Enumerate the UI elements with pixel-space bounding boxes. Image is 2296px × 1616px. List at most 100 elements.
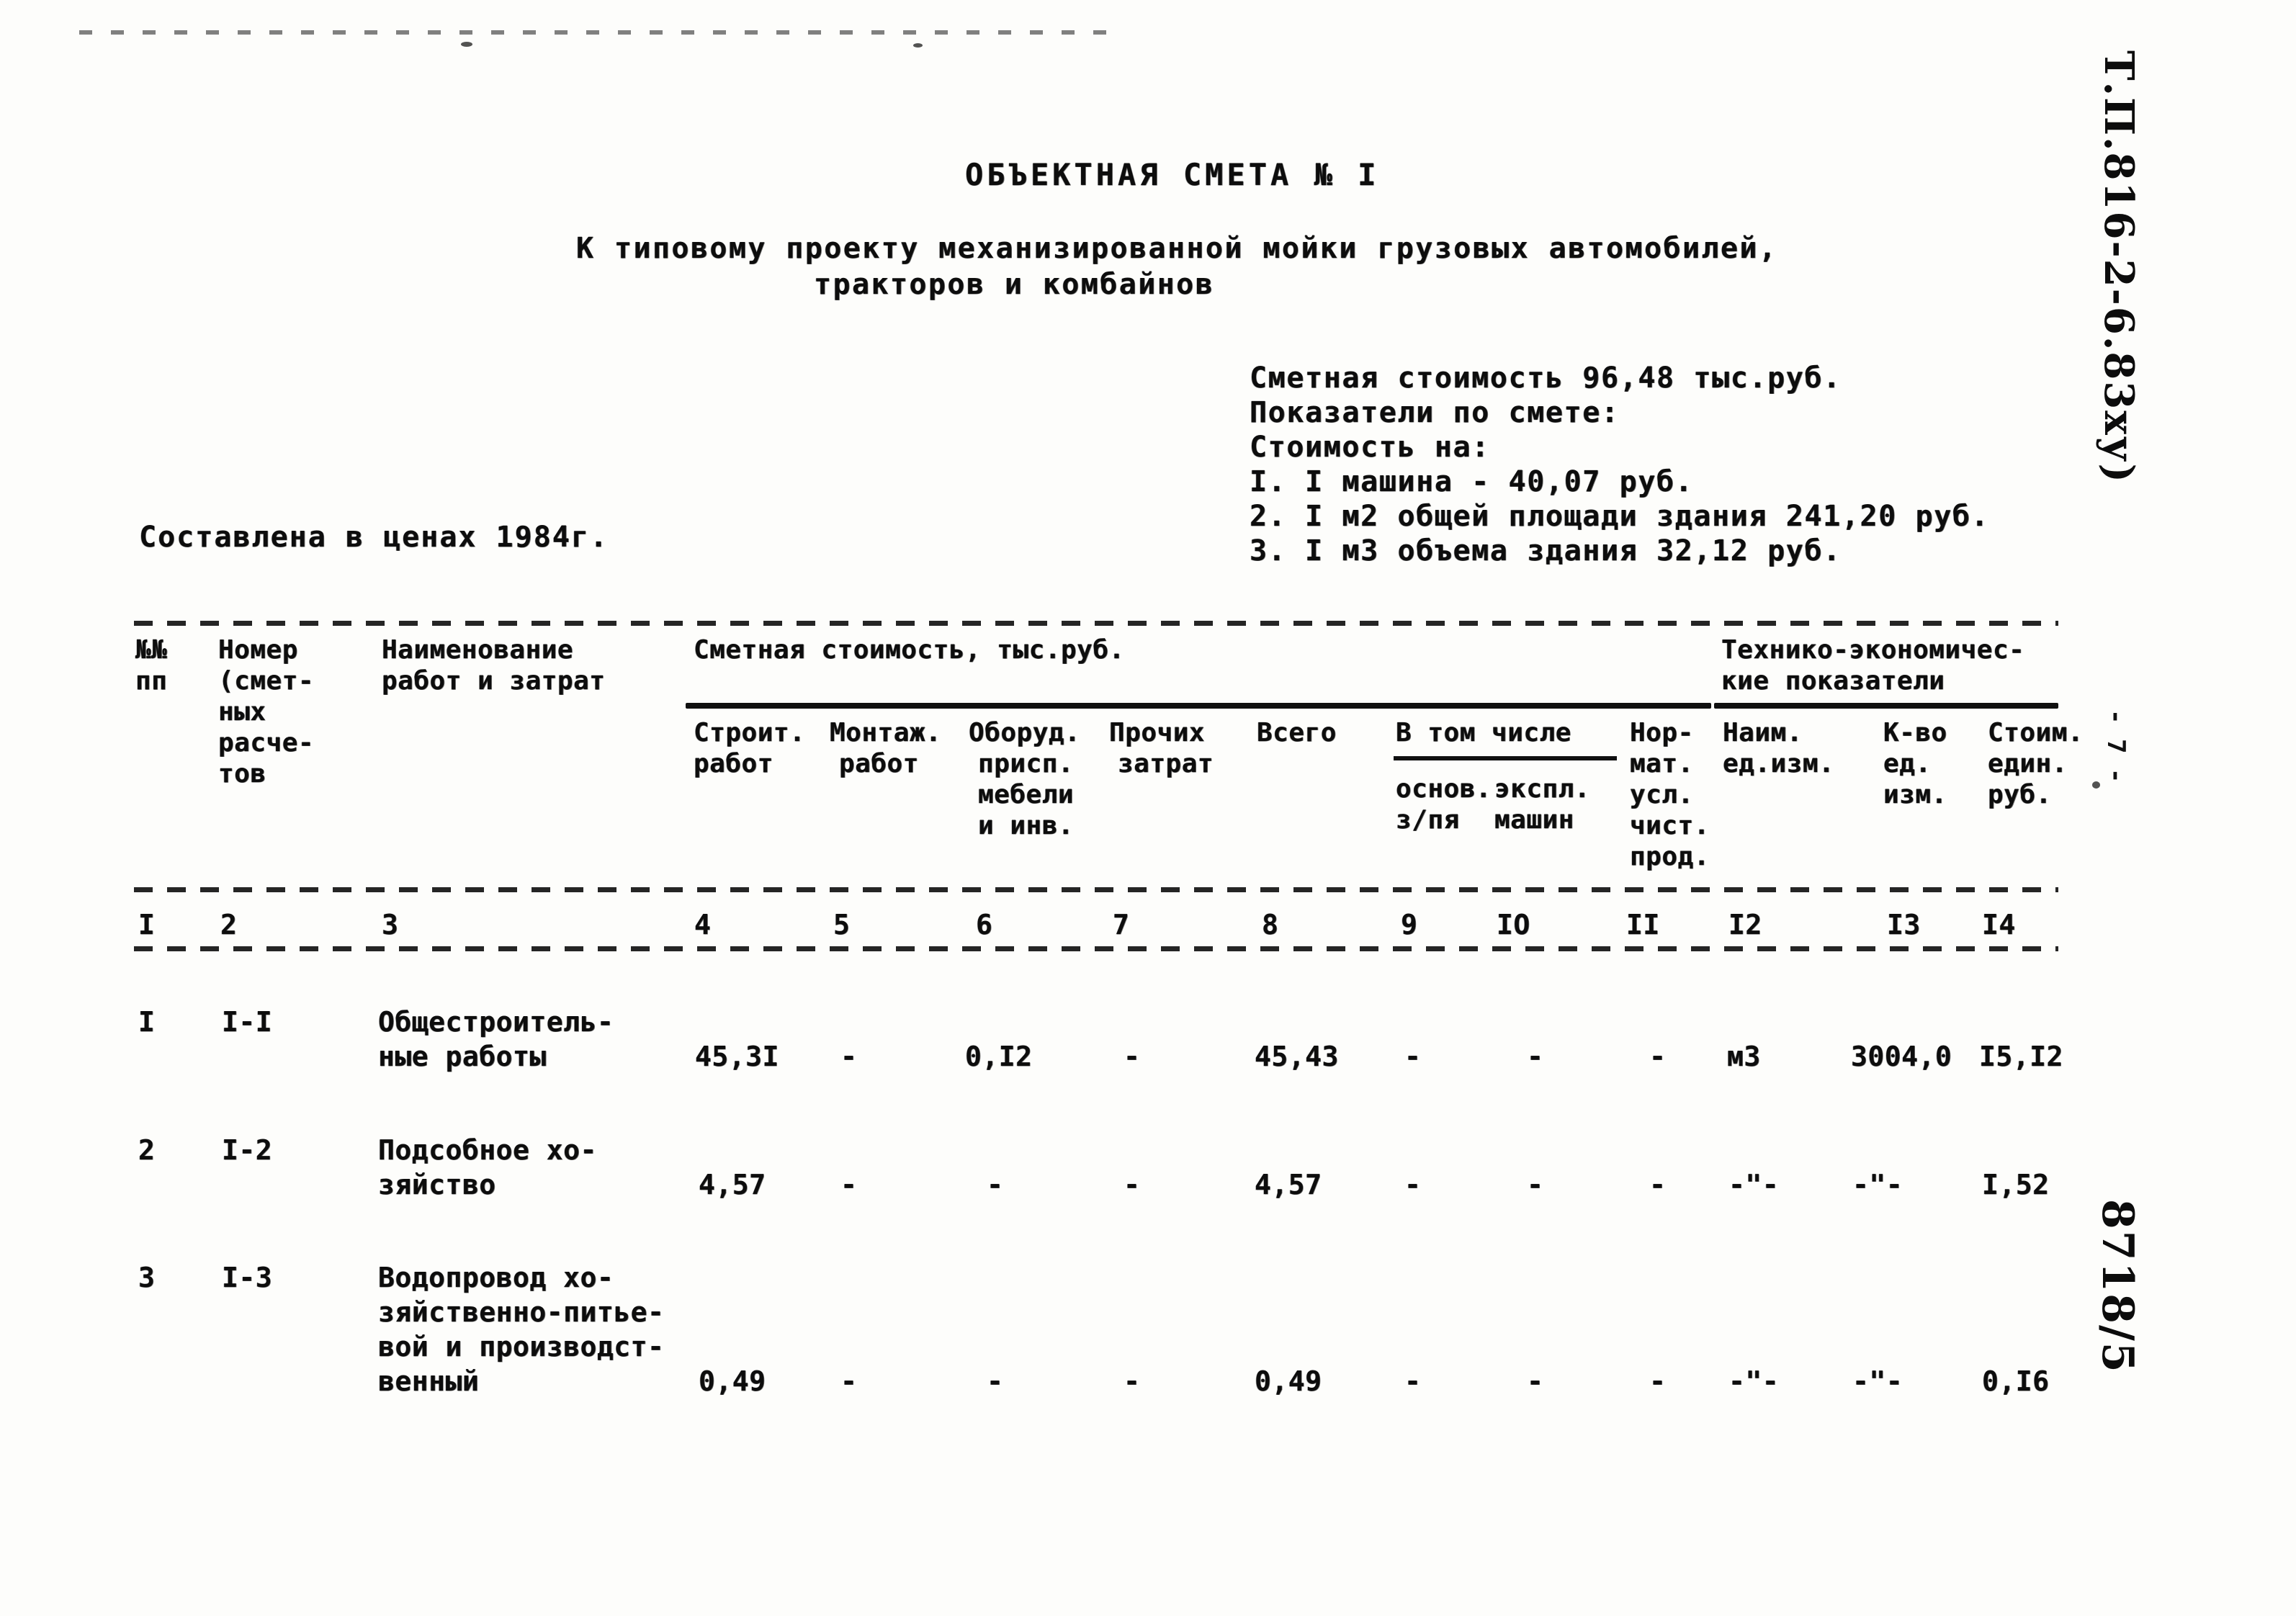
header-col8-line1: Всего [1257,718,1337,748]
header-col4-line2: работ [694,749,773,778]
row3-name-line3: вой и производст- [378,1331,665,1363]
table-numbers-bottom-rule [134,946,2058,951]
column-number-11: II [1626,909,1660,941]
row3-name-line1: Водопровод хо- [378,1262,614,1293]
column-number-1: I [138,909,156,941]
row3-construction: 0,49 [699,1365,766,1397]
header-col14-line1: Стоим. [1988,718,2084,748]
header-col4-line1: Строит. [694,718,806,748]
column-number-5: 5 [833,909,851,941]
row2-installation: - [840,1169,858,1200]
document-title: ОБЪЕКТНАЯ СМЕТА № I [965,157,1380,192]
margin-project-code: Т.П.816-2-6.83ху) [2095,50,2143,485]
column-number-6: 6 [976,909,993,941]
row2-name-line1: Подсобное хо- [378,1134,597,1166]
column-number-14: I4 [1982,909,2016,941]
header-col12-line1: Наим. [1723,718,1803,748]
row2-machines: - [1527,1169,1544,1200]
header-col2-line4: расче- [218,728,315,758]
header-col2-line1: Номер [218,635,298,665]
header-col7-line2: затрат [1118,749,1214,778]
row1-equipment: 0,I2 [965,1041,1033,1072]
column-number-8: 8 [1262,909,1279,941]
header-group-tech-econ-line1: Технико-экономичес- [1721,635,2025,665]
row3-machines: - [1527,1365,1544,1397]
header-col11-line1: Нор- [1630,718,1694,748]
summary-cost-per-label: Стоимость на: [1250,431,1490,464]
summary-indicator-3: 3. I м3 объема здания 32,12 руб. [1250,534,1842,567]
row3-estimate-no: I-3 [222,1262,273,1293]
row1-machines: - [1527,1041,1544,1072]
column-number-13: I3 [1887,909,1921,941]
header-col7-line1: Прочих [1109,718,1206,748]
header-col3-line2: работ и затрат [382,666,606,696]
header-col11-line4: чист. [1630,811,1710,840]
header-col2-line3: ных [218,697,266,727]
row1-base-wage: - [1404,1041,1422,1072]
table-group-header-rule-tech [1714,703,2058,709]
table-group-header-rule-cost [686,703,1711,709]
row3-name-line4: венный [378,1365,480,1397]
row3-installation: - [840,1365,858,1397]
row2-total: 4,57 [1255,1169,1322,1200]
row1-other: - [1124,1041,1141,1072]
row1-unit-cost: I5,I2 [1979,1041,2063,1072]
header-col11-line5: прод. [1630,842,1710,871]
row2-equipment: - [987,1169,1004,1200]
row3-unit-cost: 0,I6 [1982,1365,2050,1397]
header-col9-line1: основ. [1396,774,1492,804]
header-col1-line1: №№ [135,635,168,665]
header-col14-line3: руб. [1988,780,2052,809]
row1-name-line2: ные работы [378,1041,547,1072]
row3-unit-name: -"- [1728,1365,1780,1397]
row2-unit-cost: I,52 [1982,1169,2050,1200]
row2-norm-product: - [1649,1169,1667,1200]
row3-base-wage: - [1404,1365,1422,1397]
header-group-estimate-cost: Сметная стоимость, тыс.руб. [694,635,1125,665]
row2-unit-name: -"- [1728,1169,1780,1200]
header-col2-line2: (смет- [218,666,315,696]
column-number-12: I2 [1728,909,1762,941]
header-col3-line1: Наименование [382,635,574,665]
header-col1-line2: пп [135,666,168,696]
table-header-bottom-rule [134,887,2058,892]
header-col6-line2: присп. [978,749,1075,778]
column-number-2: 2 [220,909,238,941]
row3-total: 0,49 [1255,1365,1322,1397]
summary-indicator-1: I. I машина - 40,07 руб. [1250,465,1694,498]
column-number-4: 4 [694,909,712,941]
column-number-3: 3 [382,909,399,941]
row2-no: 2 [138,1134,156,1166]
price-basis-note: Составлена в ценах 1984г. [139,521,609,554]
header-col5-line2: работ [839,749,919,778]
row3-no: 3 [138,1262,156,1293]
header-col9-group: В том числе [1396,718,1571,748]
row2-other: - [1124,1169,1141,1200]
scan-artifact-top [79,30,1109,35]
summary-total-cost: Сметная стоимость 96,48 тыс.руб. [1250,362,1842,395]
summary-indicators-label: Показатели по смете: [1250,396,1620,429]
row1-unit-name: м3 [1727,1041,1761,1072]
document-subtitle-line1: К типовому проекту механизированной мойк… [576,232,1778,265]
header-col13-line1: К-во [1883,718,1947,748]
header-col11-line2: мат. [1630,749,1694,778]
column-number-10: IO [1497,909,1530,941]
scan-noise [461,42,472,47]
margin-archive-code: 8718/5 [2092,1199,2143,1374]
header-col6-line3: мебели [978,780,1075,809]
row2-name-line2: зяйство [378,1169,496,1200]
row2-unit-qty: -"- [1852,1169,1903,1200]
row1-construction: 45,3I [695,1041,779,1072]
header-col2-line5: тов [218,759,266,789]
header-group-tech-econ-line2: кие показатели [1721,666,1945,696]
column-number-7: 7 [1113,909,1130,941]
header-col13-line2: ед. [1883,749,1932,778]
column-number-9: 9 [1401,909,1418,941]
scan-noise [913,43,923,48]
header-col5-line1: Монтаж. [830,718,942,748]
table-top-rule [134,621,2058,626]
row2-base-wage: - [1404,1169,1422,1200]
row2-estimate-no: I-2 [222,1134,273,1166]
header-col12-line2: ед.изм. [1723,749,1835,778]
summary-indicator-2: 2. I м2 общей площади здания 241,20 руб. [1250,500,1990,533]
